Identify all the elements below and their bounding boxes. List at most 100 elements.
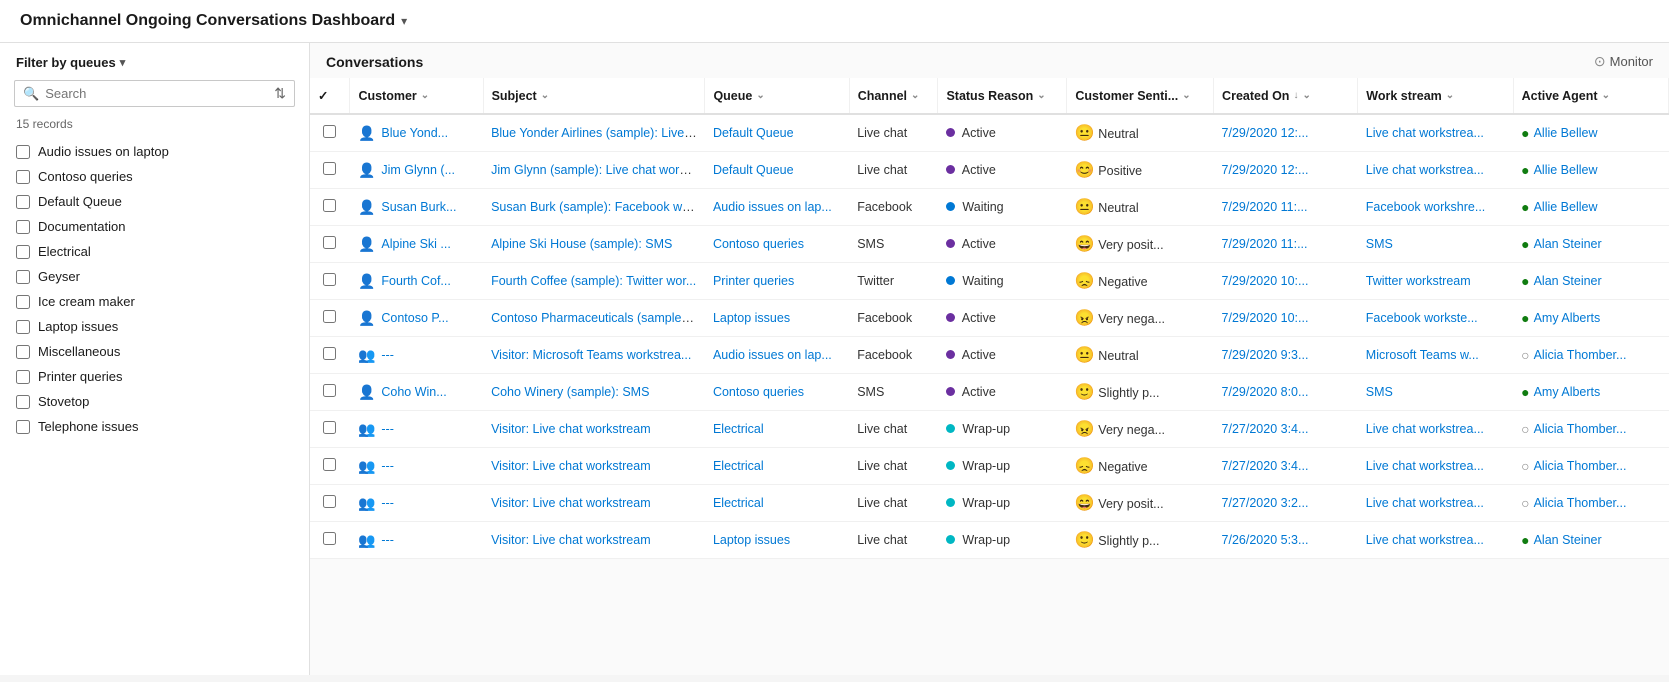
- title-chevron-icon[interactable]: ▾: [401, 14, 407, 28]
- monitor-button[interactable]: ⊙ Monitor: [1594, 53, 1653, 70]
- subject-link[interactable]: Visitor: Live chat workstream: [491, 496, 651, 510]
- subject-link[interactable]: Visitor: Microsoft Teams workstrea...: [491, 348, 691, 362]
- agent-name[interactable]: Alan Steiner: [1534, 237, 1602, 251]
- workstream-link[interactable]: Twitter workstream: [1366, 274, 1471, 288]
- row-checkbox[interactable]: [323, 421, 336, 434]
- agent-name[interactable]: Alicia Thomber...: [1534, 459, 1627, 473]
- workstream-link[interactable]: Live chat workstrea...: [1366, 163, 1484, 177]
- customer-name[interactable]: Alpine Ski ...: [381, 237, 450, 251]
- subject-link[interactable]: Susan Burk (sample): Facebook wor...: [491, 200, 703, 214]
- customer-name[interactable]: Susan Burk...: [381, 200, 456, 214]
- workstream-link[interactable]: SMS: [1366, 237, 1393, 251]
- queue-checkbox[interactable]: [16, 320, 30, 334]
- queue-item[interactable]: Printer queries: [16, 364, 293, 389]
- th-created-on[interactable]: Created On ↓ ⌄: [1214, 78, 1358, 114]
- customer-name[interactable]: ---: [381, 348, 394, 362]
- row-checkbox[interactable]: [323, 273, 336, 286]
- row-checkbox[interactable]: [323, 495, 336, 508]
- row-checkbox[interactable]: [323, 347, 336, 360]
- row-checkbox[interactable]: [323, 384, 336, 397]
- customer-name[interactable]: ---: [381, 459, 394, 473]
- agent-name[interactable]: Alan Steiner: [1534, 274, 1602, 288]
- queue-item[interactable]: Stovetop: [16, 389, 293, 414]
- row-checkbox[interactable]: [323, 532, 336, 545]
- workstream-link[interactable]: Live chat workstrea...: [1366, 422, 1484, 436]
- queue-checkbox[interactable]: [16, 270, 30, 284]
- th-customer[interactable]: Customer ⌄: [350, 78, 483, 114]
- queue-item[interactable]: Miscellaneous: [16, 339, 293, 364]
- queue-link[interactable]: Electrical: [713, 459, 764, 473]
- row-checkbox[interactable]: [323, 162, 336, 175]
- subject-link[interactable]: Blue Yonder Airlines (sample): Live c...: [491, 126, 704, 140]
- subject-link[interactable]: Visitor: Live chat workstream: [491, 533, 651, 547]
- createdon-link[interactable]: 7/29/2020 12:...: [1222, 163, 1309, 177]
- agent-name[interactable]: Alan Steiner: [1534, 533, 1602, 547]
- row-checkbox[interactable]: [323, 310, 336, 323]
- workstream-link[interactable]: SMS: [1366, 385, 1393, 399]
- agent-name[interactable]: Allie Bellew: [1534, 163, 1598, 177]
- queue-item[interactable]: Electrical: [16, 239, 293, 264]
- queue-link[interactable]: Audio issues on lap...: [713, 200, 832, 214]
- queue-checkbox[interactable]: [16, 370, 30, 384]
- workstream-link[interactable]: Facebook workshre...: [1366, 200, 1486, 214]
- th-subject[interactable]: Subject ⌄: [483, 78, 705, 114]
- queue-item[interactable]: Audio issues on laptop: [16, 139, 293, 164]
- customer-name[interactable]: ---: [381, 496, 394, 510]
- row-checkbox[interactable]: [323, 458, 336, 471]
- customer-name[interactable]: Contoso P...: [381, 311, 448, 325]
- agent-name[interactable]: Allie Bellew: [1534, 126, 1598, 140]
- createdon-link[interactable]: 7/29/2020 12:...: [1222, 126, 1309, 140]
- queue-checkbox[interactable]: [16, 145, 30, 159]
- workstream-link[interactable]: Live chat workstrea...: [1366, 533, 1484, 547]
- workstream-link[interactable]: Facebook workste...: [1366, 311, 1478, 325]
- queue-item[interactable]: Default Queue: [16, 189, 293, 214]
- createdon-link[interactable]: 7/27/2020 3:4...: [1222, 459, 1309, 473]
- workstream-link[interactable]: Live chat workstrea...: [1366, 459, 1484, 473]
- customer-name[interactable]: Fourth Cof...: [381, 274, 450, 288]
- th-status-reason[interactable]: Status Reason ⌄: [938, 78, 1067, 114]
- createdon-link[interactable]: 7/27/2020 3:2...: [1222, 496, 1309, 510]
- workstream-link[interactable]: Live chat workstrea...: [1366, 126, 1484, 140]
- queue-link[interactable]: Electrical: [713, 422, 764, 436]
- queue-checkbox[interactable]: [16, 295, 30, 309]
- queue-link[interactable]: Audio issues on lap...: [713, 348, 832, 362]
- queue-item[interactable]: Geyser: [16, 264, 293, 289]
- queue-item[interactable]: Contoso queries: [16, 164, 293, 189]
- queue-checkbox[interactable]: [16, 220, 30, 234]
- createdon-link[interactable]: 7/29/2020 9:3...: [1222, 348, 1309, 362]
- row-checkbox[interactable]: [323, 199, 336, 212]
- customer-name[interactable]: ---: [381, 422, 394, 436]
- queue-link[interactable]: Default Queue: [713, 126, 794, 140]
- th-channel[interactable]: Channel ⌄: [849, 78, 938, 114]
- workstream-link[interactable]: Microsoft Teams w...: [1366, 348, 1479, 362]
- customer-name[interactable]: Coho Win...: [381, 385, 446, 399]
- createdon-link[interactable]: 7/29/2020 11:...: [1222, 200, 1308, 214]
- queue-link[interactable]: Laptop issues: [713, 533, 790, 547]
- queue-checkbox[interactable]: [16, 245, 30, 259]
- subject-link[interactable]: Fourth Coffee (sample): Twitter wor...: [491, 274, 696, 288]
- queue-link[interactable]: Printer queries: [713, 274, 794, 288]
- queue-checkbox[interactable]: [16, 170, 30, 184]
- row-checkbox[interactable]: [323, 236, 336, 249]
- agent-name[interactable]: Alicia Thomber...: [1534, 348, 1627, 362]
- queue-link[interactable]: Default Queue: [713, 163, 794, 177]
- queue-item[interactable]: Documentation: [16, 214, 293, 239]
- createdon-link[interactable]: 7/29/2020 10:...: [1222, 274, 1309, 288]
- agent-name[interactable]: Allie Bellew: [1534, 200, 1598, 214]
- agent-name[interactable]: Alicia Thomber...: [1534, 422, 1627, 436]
- queue-link[interactable]: Contoso queries: [713, 385, 804, 399]
- queue-checkbox[interactable]: [16, 195, 30, 209]
- createdon-link[interactable]: 7/29/2020 8:0...: [1222, 385, 1309, 399]
- queue-item[interactable]: Ice cream maker: [16, 289, 293, 314]
- subject-link[interactable]: Coho Winery (sample): SMS: [491, 385, 649, 399]
- createdon-link[interactable]: 7/29/2020 10:...: [1222, 311, 1309, 325]
- subject-link[interactable]: Contoso Pharmaceuticals (sample):...: [491, 311, 699, 325]
- queue-link[interactable]: Contoso queries: [713, 237, 804, 251]
- filter-header[interactable]: Filter by queues ▾: [0, 55, 309, 80]
- queue-link[interactable]: Laptop issues: [713, 311, 790, 325]
- workstream-link[interactable]: Live chat workstrea...: [1366, 496, 1484, 510]
- customer-name[interactable]: ---: [381, 533, 394, 547]
- customer-name[interactable]: Blue Yond...: [381, 126, 448, 140]
- queue-checkbox[interactable]: [16, 345, 30, 359]
- subject-link[interactable]: Visitor: Live chat workstream: [491, 459, 651, 473]
